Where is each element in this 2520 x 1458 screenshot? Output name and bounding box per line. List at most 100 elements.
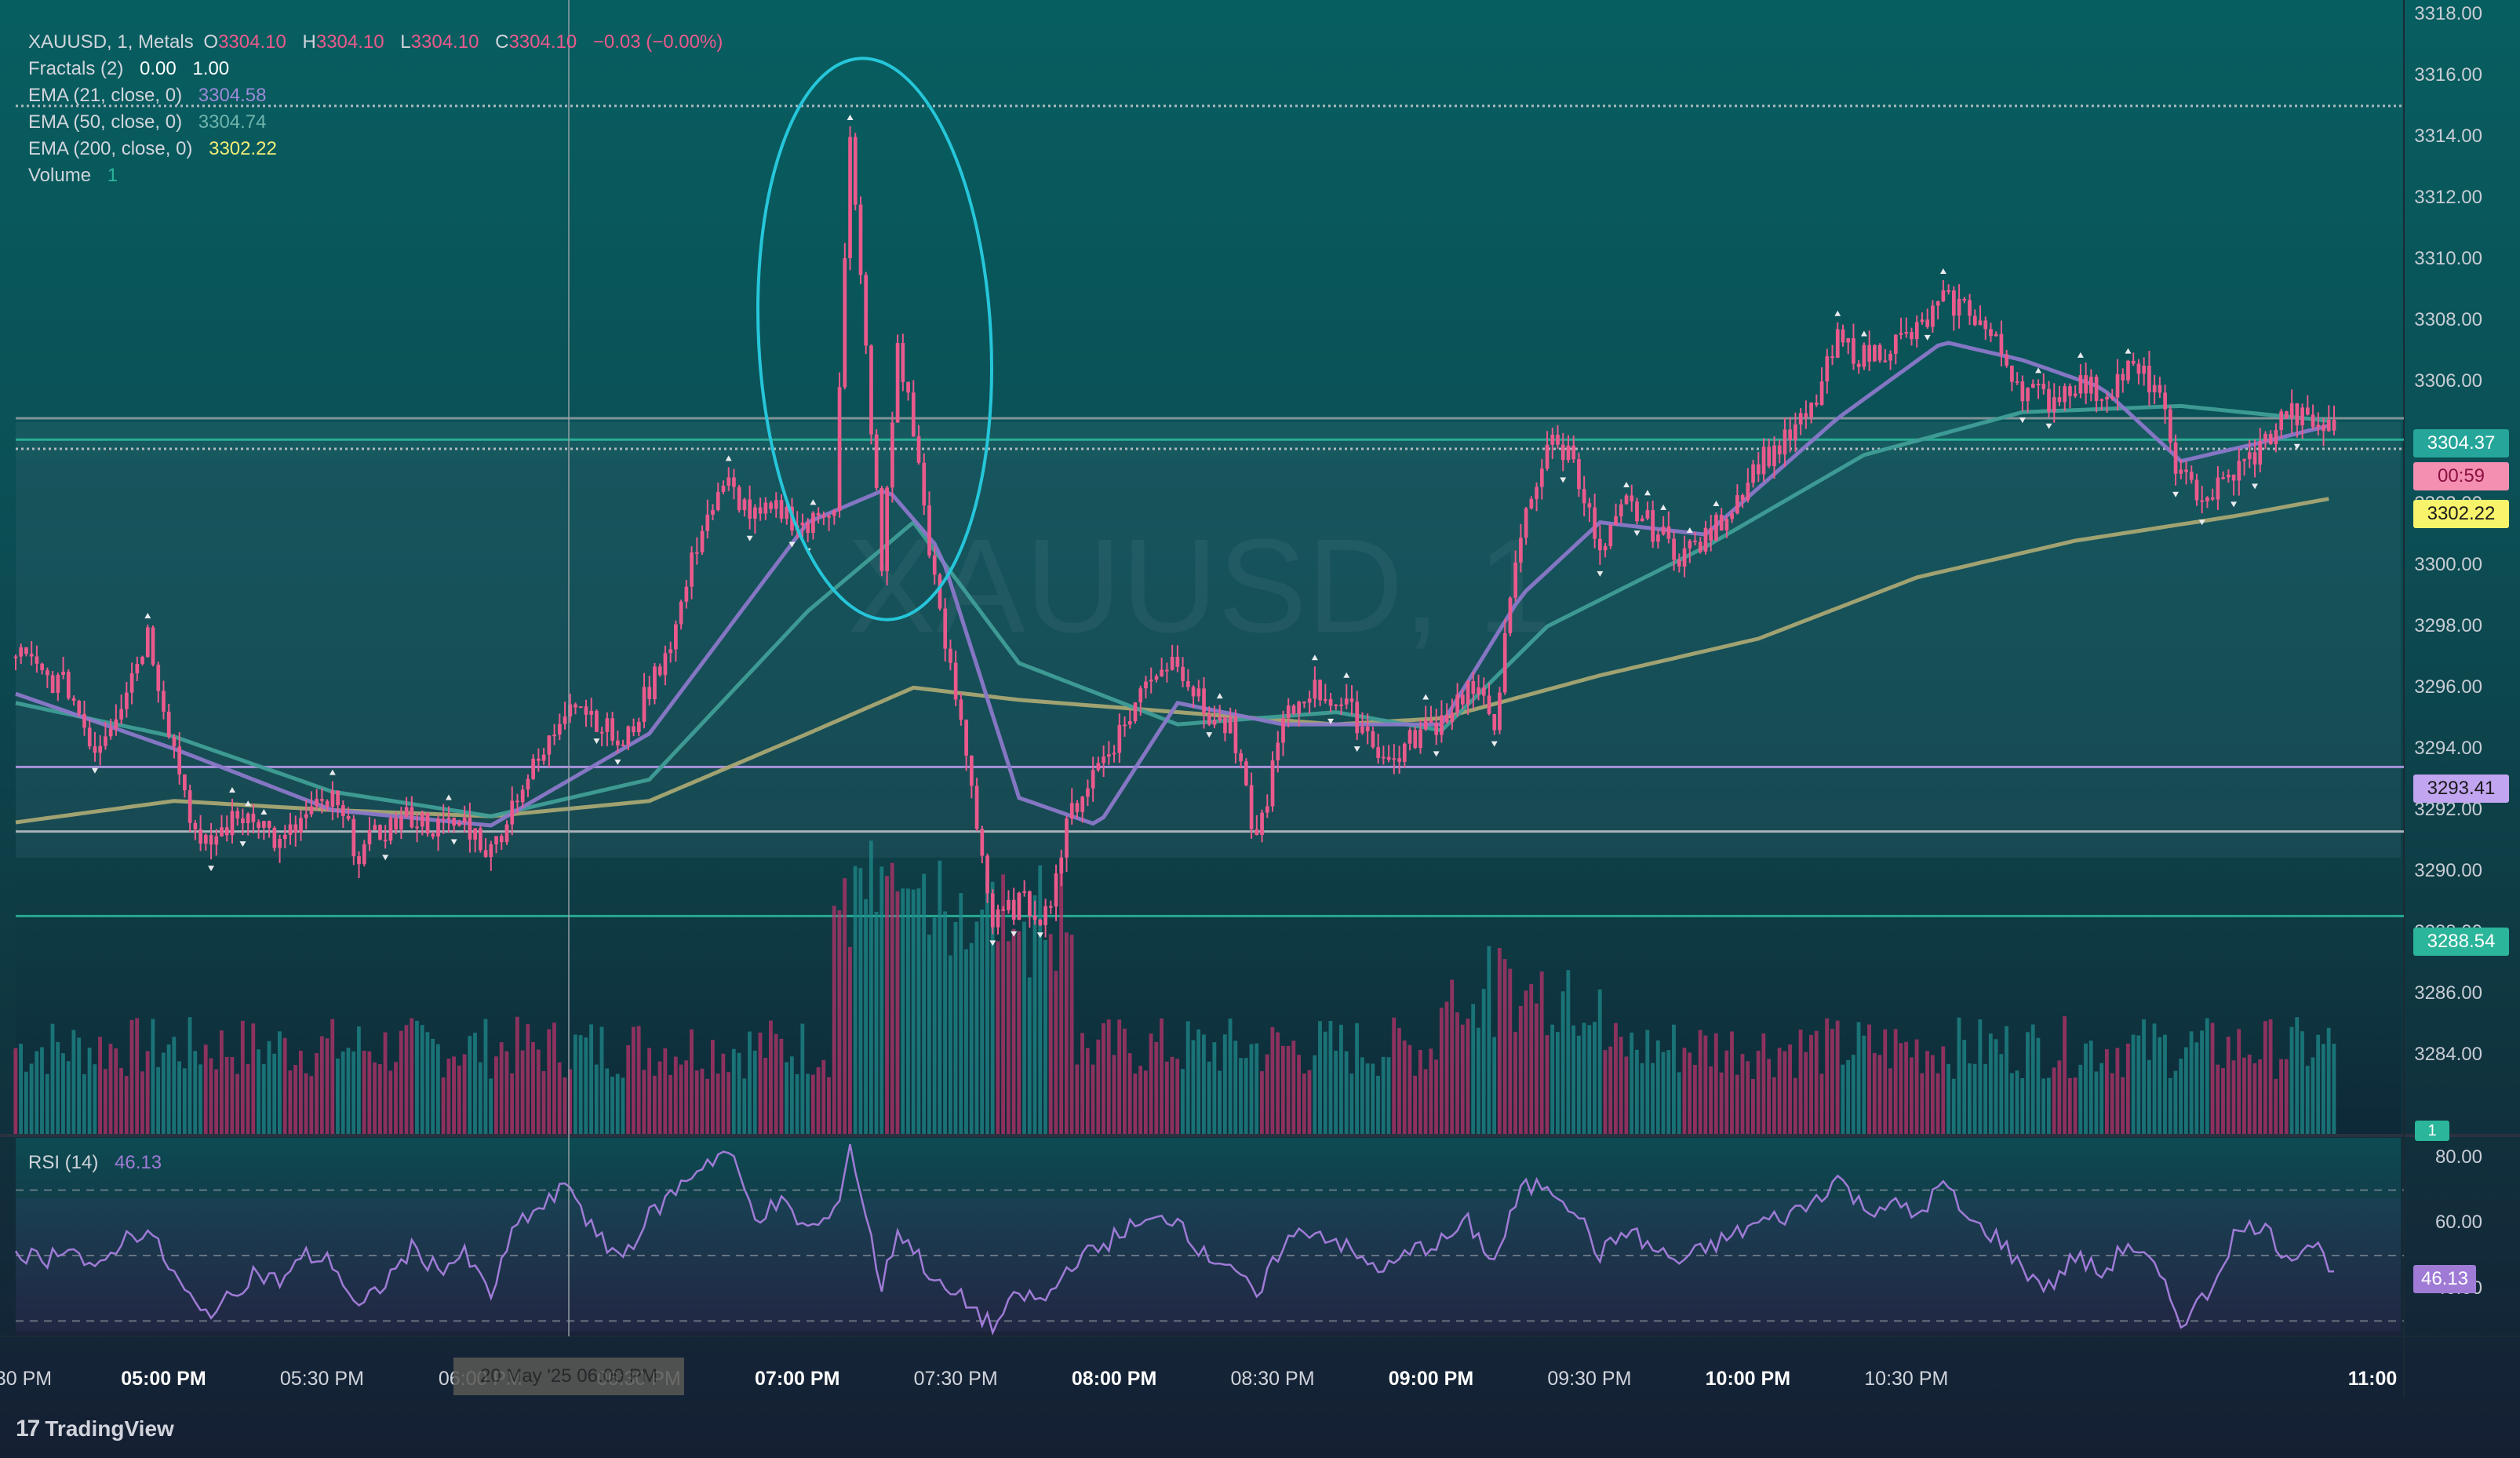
volume-bar <box>1376 1075 1380 1134</box>
candle-body <box>40 663 45 671</box>
volume-bar <box>1677 1072 1681 1134</box>
candle-body <box>1102 756 1105 764</box>
candle-body <box>1957 298 1961 316</box>
chart-root: { "header": { "symbol": "XAUUSD, 1, Meta… <box>0 0 2520 1458</box>
fractal-up-icon <box>2125 348 2132 354</box>
volume-bar <box>843 878 847 1134</box>
volume-bar <box>129 1019 134 1134</box>
legend-ema200[interactable]: EMA (200, close, 0) 3302.22 <box>28 138 282 160</box>
open-value: 3304.10 <box>218 31 286 53</box>
candle-body <box>949 648 952 663</box>
candle-body <box>2010 365 2014 382</box>
volume-bar <box>1730 1031 1734 1134</box>
candle-body <box>262 821 266 828</box>
legend-ema50[interactable]: EMA (50, close, 0) 3304.74 <box>28 111 271 133</box>
volume-bar <box>1735 1074 1739 1134</box>
volume-bar <box>1888 1068 1892 1134</box>
candle-body <box>2026 388 2030 402</box>
volume-bar <box>1413 1075 1418 1134</box>
candle-body <box>557 724 562 735</box>
candle-body <box>1910 332 1914 340</box>
volume-bar <box>874 912 879 1134</box>
open-label: O <box>203 31 219 53</box>
candle-body <box>183 774 187 791</box>
candle-body <box>410 807 414 828</box>
candle-body <box>198 829 202 844</box>
candle-body <box>2179 469 2183 474</box>
candle-body <box>1286 705 1291 719</box>
candle-body <box>399 816 403 830</box>
volume-bar <box>2189 1031 2194 1134</box>
candle-body <box>531 758 536 779</box>
legend-volume[interactable]: Volume 1 <box>28 165 122 187</box>
candle-body <box>1017 892 1021 920</box>
candle-body <box>848 137 852 259</box>
candle-body <box>1809 403 1813 417</box>
candle-body <box>1466 681 1470 705</box>
candle-body <box>959 699 963 720</box>
symbol-label[interactable]: XAUUSD, 1, Metals <box>28 31 194 53</box>
legend-rsi[interactable]: RSI (14) 46.13 <box>28 1152 166 1174</box>
candle-body <box>241 818 245 824</box>
volume-bar <box>573 1034 577 1134</box>
rsi-label: RSI (14) <box>28 1152 99 1173</box>
volume-bar <box>1117 1019 1122 1134</box>
volume-bar <box>82 1073 86 1134</box>
volume-bar <box>1672 1024 1676 1134</box>
candle-body <box>2322 425 2325 432</box>
candle-body <box>1666 526 1671 539</box>
candle-body <box>373 825 377 830</box>
price-chart-svg[interactable]: XAUUSD, 1 <box>0 0 2520 1458</box>
candle-body <box>425 812 430 834</box>
candle-body <box>1877 344 1882 361</box>
candle-body <box>404 807 409 817</box>
candle-body <box>145 627 150 658</box>
purple-level-tag: 3293.41 <box>2413 775 2509 803</box>
volume-bar <box>1793 1077 1797 1134</box>
volume-bar <box>383 1032 388 1134</box>
candle-body <box>1952 290 1956 316</box>
volume-bar <box>1713 1033 1718 1134</box>
volume-bar <box>531 1042 535 1134</box>
volume-bar <box>1371 1063 1375 1134</box>
volume-bar <box>2326 1027 2331 1134</box>
volume-bar <box>1276 1032 1280 1134</box>
candle-body <box>806 522 810 534</box>
candle-body <box>13 656 18 658</box>
candle-body <box>858 204 863 275</box>
tradingview-logo[interactable]: 17 TradingView <box>16 1416 174 1442</box>
candle-body <box>1260 812 1264 835</box>
volume-bar <box>911 889 916 1134</box>
volume-bar <box>1518 1005 1523 1134</box>
candle-body <box>2274 430 2278 445</box>
volume-bar <box>2305 1066 2310 1134</box>
candle-body <box>1798 413 1803 425</box>
volume-bar <box>1550 1024 1555 1134</box>
time-tick-label: 09:30 PM <box>1547 1368 1632 1390</box>
volume-bar <box>515 1016 519 1134</box>
volume-bar <box>1988 1033 1993 1134</box>
candle-body <box>763 502 768 514</box>
volume-bar <box>510 1073 515 1134</box>
candle-body <box>515 800 519 803</box>
volume-bar <box>198 1064 202 1134</box>
candle-body <box>278 839 282 848</box>
volume-bar <box>1962 1040 1967 1134</box>
candle-body <box>694 552 699 554</box>
candle-body <box>2099 399 2104 401</box>
volume-bar <box>610 1077 614 1134</box>
volume-bar <box>219 1030 224 1134</box>
volume-bar <box>1783 1051 1787 1134</box>
volume-bar <box>748 1031 752 1134</box>
legend-fractals[interactable]: Fractals (2) 0.00 1.00 <box>28 58 234 80</box>
volume-bar <box>193 1051 198 1134</box>
candle-body <box>520 789 525 803</box>
ema50-value: 3304.74 <box>198 111 267 133</box>
volume-bar <box>304 1073 308 1134</box>
volume-bar <box>1338 1024 1343 1134</box>
candle-body <box>1444 715 1449 723</box>
legend-ema21[interactable]: EMA (21, close, 0) 3304.58 <box>28 85 271 107</box>
candle-body <box>827 516 831 518</box>
candle-body <box>832 510 836 516</box>
candle-body <box>890 422 894 488</box>
